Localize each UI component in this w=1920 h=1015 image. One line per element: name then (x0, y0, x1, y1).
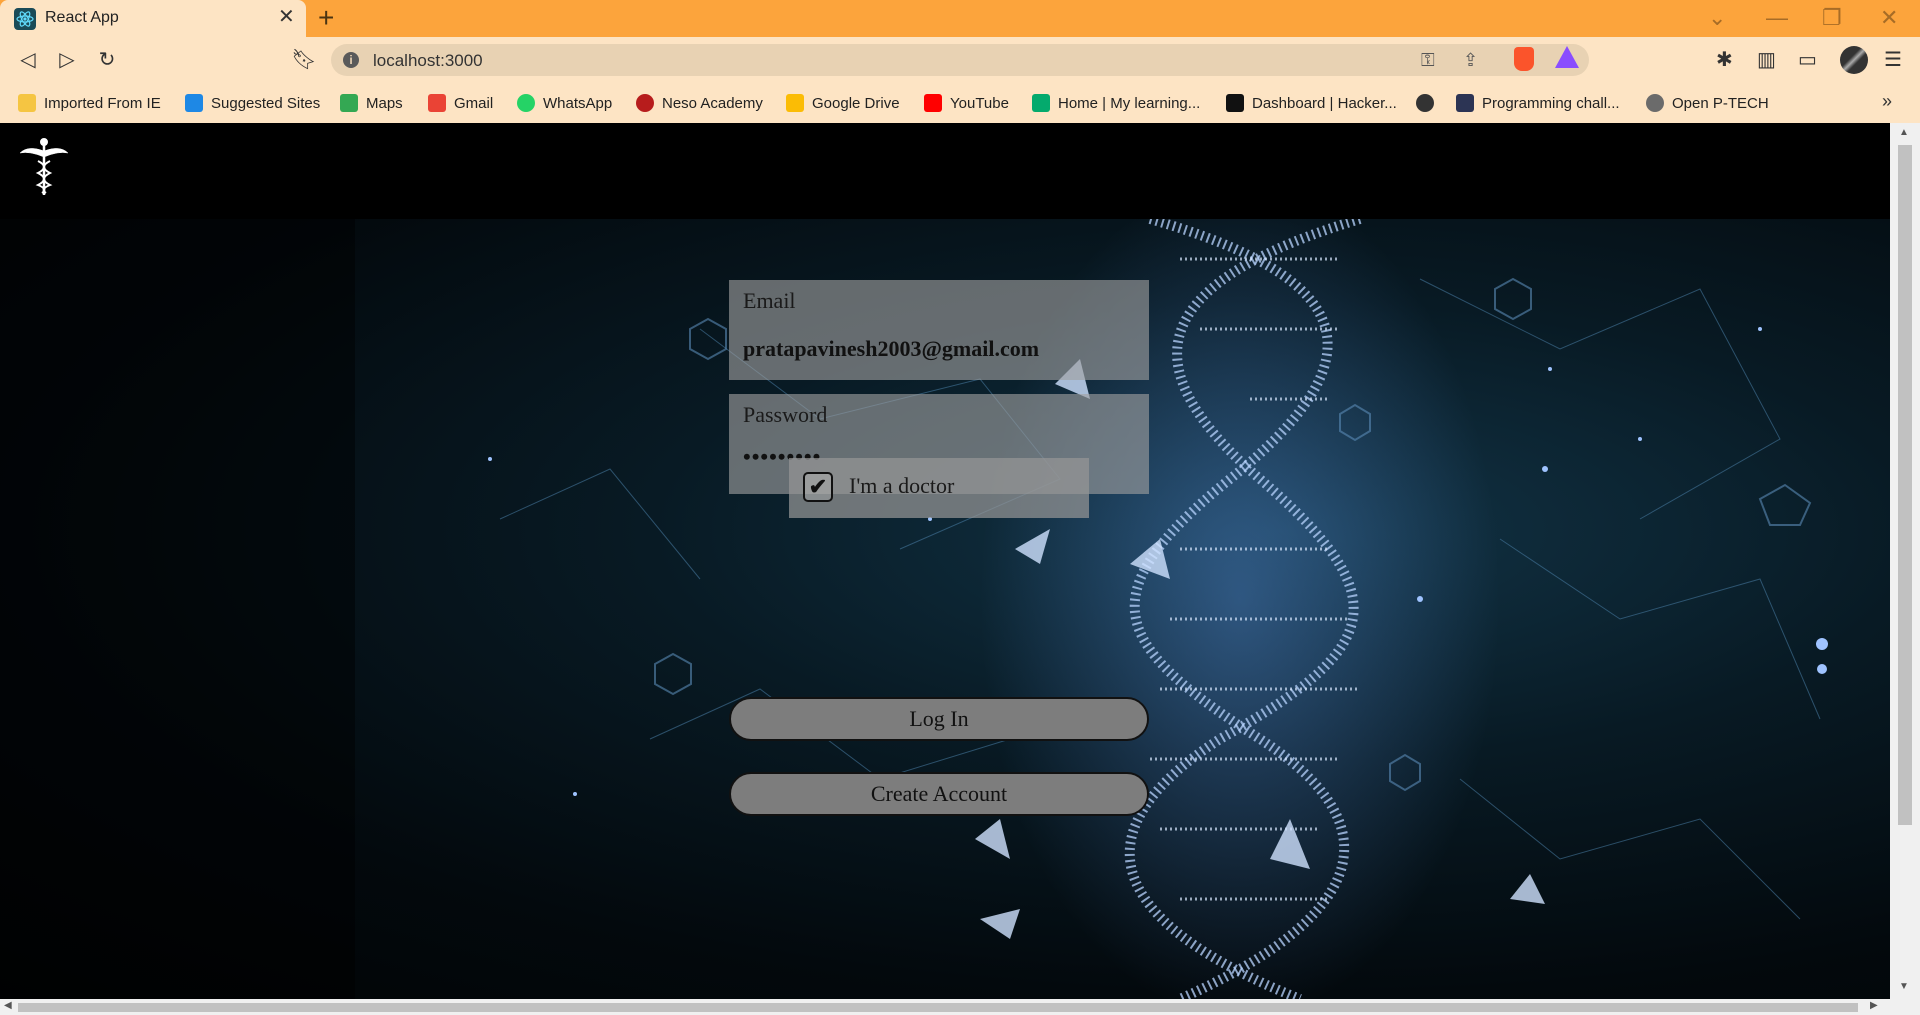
doctor-checkbox-label[interactable]: I'm a doctor (849, 473, 954, 499)
bookmark-item[interactable]: Dashboard | Hacker... (1226, 91, 1397, 115)
key-icon[interactable]: ⚿ (1421, 48, 1435, 72)
bookmark-item[interactable]: Suggested Sites (185, 91, 320, 115)
close-window-icon[interactable]: ✕ (1880, 4, 1898, 32)
bookmark-item[interactable]: Maps (340, 91, 403, 115)
bookmark-item[interactable]: WhatsApp (517, 91, 612, 115)
bookmark-item[interactable]: Gmail (428, 91, 493, 115)
bookmark-item[interactable]: YouTube (924, 91, 1009, 115)
site-info-icon[interactable]: i (343, 52, 359, 68)
forward-icon[interactable]: ▷ (53, 46, 81, 74)
horizontal-scroll-thumb[interactable] (18, 1003, 1858, 1012)
scroll-right-icon[interactable]: ▶ (1870, 1000, 1878, 1011)
whatsapp-icon (517, 94, 535, 112)
bookmarks-bar: Imported From IE Suggested Sites Maps Gm… (0, 83, 1920, 123)
email-label: Email (743, 288, 796, 313)
horizontal-scrollbar[interactable]: ◀ ▶ (0, 999, 1920, 1015)
bookmark-item[interactable] (1416, 91, 1442, 115)
scroll-up-icon[interactable]: ▲ (1899, 127, 1909, 138)
scroll-down-icon[interactable]: ▼ (1899, 981, 1909, 992)
brave-shields-icon[interactable] (1514, 47, 1534, 71)
drive-icon (786, 94, 804, 112)
doctor-checkbox-container[interactable]: ✔ I'm a doctor (789, 458, 1089, 518)
profile-avatar[interactable] (1840, 46, 1868, 74)
browser-tab[interactable]: React App ✕ (0, 0, 306, 37)
globe-icon (1416, 94, 1434, 112)
title-bar: React App ✕ + ⌄ — ❐ ✕ (0, 0, 1920, 37)
bing-icon (185, 94, 203, 112)
bookmark-item[interactable]: Google Drive (786, 91, 900, 115)
reload-icon[interactable]: ↻ (93, 46, 121, 74)
vertical-scrollbar[interactable]: ▲ ▼ (1890, 123, 1920, 999)
url-text: localhost:3000 (373, 51, 483, 70)
sidebar-icon[interactable]: ▥ (1757, 48, 1776, 72)
maps-icon (340, 94, 358, 112)
youtube-icon (924, 94, 942, 112)
restore-icon[interactable]: ❐ (1822, 4, 1842, 32)
bookmark-item[interactable]: Programming chall... (1456, 91, 1620, 115)
bookmark-item[interactable]: Home | My learning... (1032, 91, 1200, 115)
caduceus-logo-icon[interactable] (18, 137, 70, 197)
extensions-icon[interactable]: ✱ (1716, 48, 1733, 72)
password-label: Password (743, 402, 828, 427)
hackerearth-icon (1456, 94, 1474, 112)
ptech-icon (1646, 94, 1664, 112)
tab-close-icon[interactable]: ✕ (278, 6, 295, 28)
bookmark-item[interactable]: Neso Academy (636, 91, 763, 115)
folder-icon (18, 94, 36, 112)
create-account-button[interactable]: Create Account (729, 772, 1149, 816)
address-bar[interactable]: i localhost:3000 ⚿ ⇪ (331, 44, 1589, 76)
neso-icon (636, 94, 654, 112)
page-viewport: Email pratapavinesh2003@gmail.com Passwo… (0, 123, 1890, 999)
app-navbar (0, 123, 1890, 219)
menu-icon[interactable]: ☰ (1884, 48, 1902, 72)
vertical-scroll-thumb[interactable] (1898, 145, 1912, 825)
bookmark-item[interactable]: Imported From IE (18, 91, 161, 115)
bookmark-icon[interactable]: 🔖︎ (290, 46, 318, 74)
email-input[interactable]: pratapavinesh2003@gmail.com (743, 336, 1039, 362)
share-icon[interactable]: ⇪ (1463, 48, 1478, 72)
w3-icon (1032, 94, 1050, 112)
scroll-left-icon[interactable]: ◀ (4, 1000, 12, 1011)
react-icon (14, 8, 36, 30)
minimize-icon[interactable]: — (1766, 4, 1788, 32)
brave-rewards-icon[interactable] (1555, 46, 1579, 68)
browser-toolbar: ◁ ▷ ↻ 🔖︎ i localhost:3000 ⚿ ⇪ ✱ ▥ ▭ ☰ (0, 37, 1920, 83)
tab-title: React App (45, 9, 119, 26)
back-icon[interactable]: ◁ (14, 46, 42, 74)
hackerrank-icon (1226, 94, 1244, 112)
doctor-checkbox[interactable]: ✔ (803, 472, 833, 502)
bookmark-item[interactable]: Open P-TECH (1646, 91, 1769, 115)
login-button[interactable]: Log In (729, 697, 1149, 741)
gmail-icon (428, 94, 446, 112)
wallet-icon[interactable]: ▭ (1798, 48, 1817, 72)
tab-search-icon[interactable]: ⌄ (1708, 4, 1726, 32)
email-field[interactable]: Email pratapavinesh2003@gmail.com (729, 280, 1149, 380)
new-tab-icon[interactable]: + (318, 4, 334, 32)
more-bookmarks-icon[interactable]: » (1882, 91, 1892, 112)
